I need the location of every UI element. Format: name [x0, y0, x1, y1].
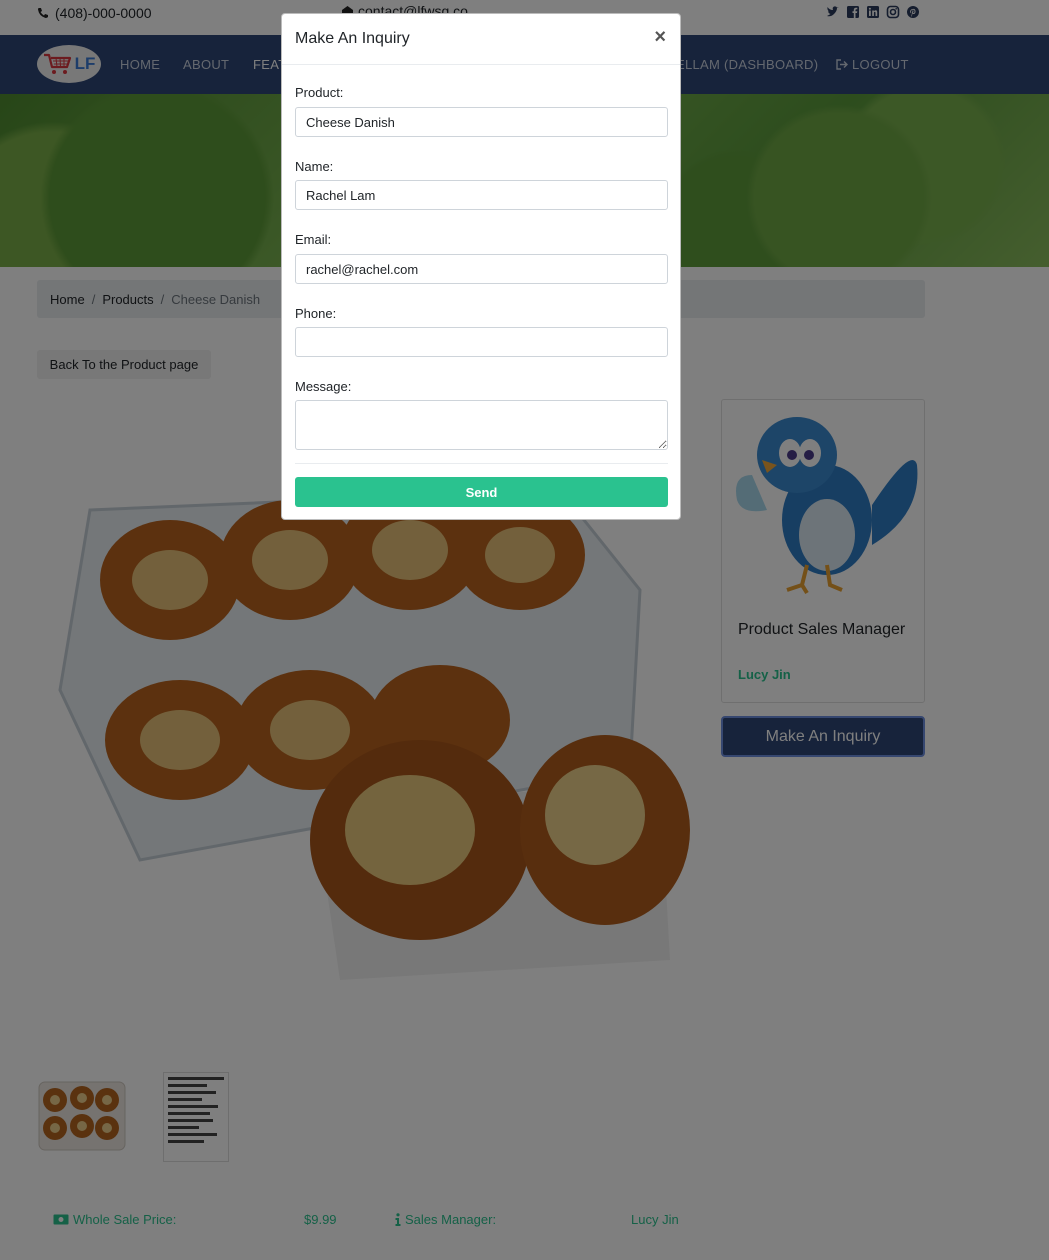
send-button[interactable]: Send [295, 477, 668, 507]
name-field[interactable] [295, 180, 668, 210]
message-label: Message: [295, 379, 352, 394]
modal-header: Make An Inquiry × [282, 14, 680, 65]
message-field[interactable] [295, 400, 668, 450]
close-icon[interactable]: × [654, 26, 666, 49]
product-label: Product: [295, 85, 344, 100]
email-field[interactable] [295, 254, 668, 284]
email-label: Email: [295, 232, 332, 247]
phone-field[interactable] [295, 327, 668, 357]
modal-title: Make An Inquiry [295, 30, 410, 47]
phone-label: Phone: [295, 306, 337, 321]
modal-divider [295, 463, 668, 464]
product-field[interactable] [295, 107, 668, 137]
inquiry-modal: Make An Inquiry × Product: Name: Email: … [281, 13, 681, 520]
name-label: Name: [295, 159, 334, 174]
